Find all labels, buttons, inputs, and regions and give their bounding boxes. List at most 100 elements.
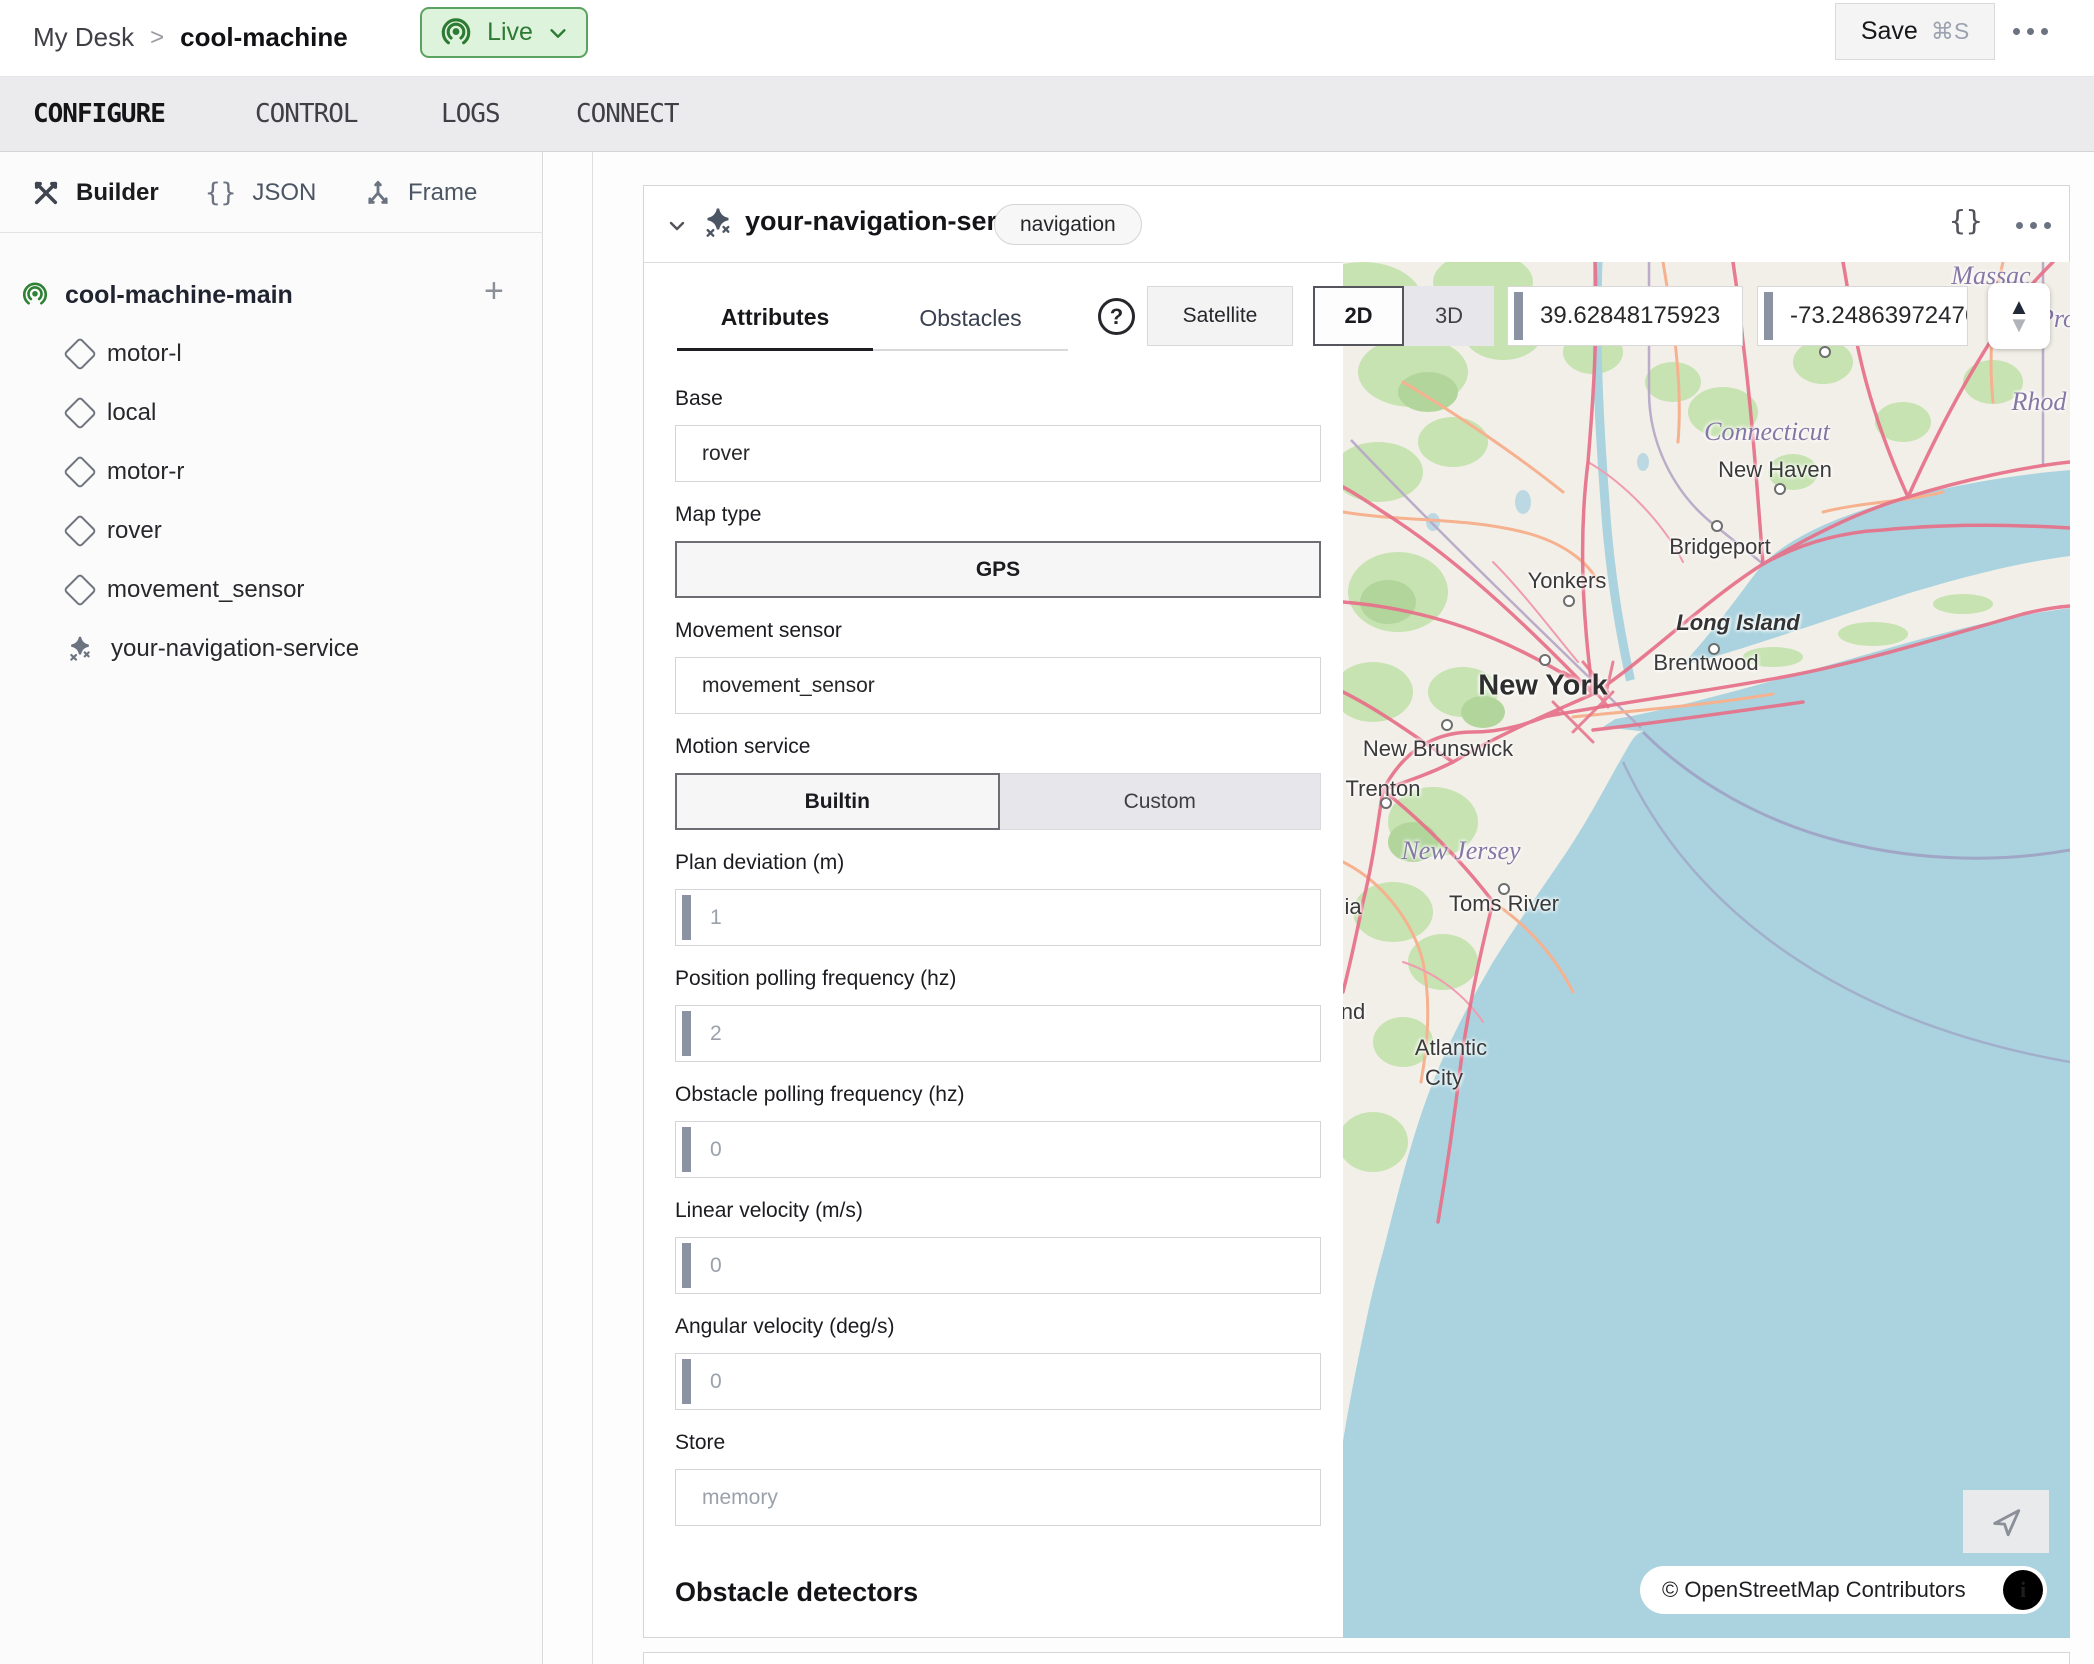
locate-me-button[interactable] — [1963, 1490, 2049, 1553]
drag-handle[interactable] — [682, 1359, 691, 1404]
attribution-text: © OpenStreetMap Contributors — [1662, 1577, 1966, 1603]
card-menu-button[interactable] — [2016, 222, 2051, 229]
service-type-badge: navigation — [994, 204, 1142, 245]
map-label-state: Connecticut — [1704, 417, 1830, 447]
tree-item-movement-sensor[interactable]: movement_sensor — [0, 561, 543, 619]
map-3d-label: 3D — [1435, 303, 1463, 329]
map-label-city: Yonkers — [1528, 568, 1607, 594]
linear-velocity-input[interactable] — [675, 1237, 1321, 1294]
obstacle-polling-input[interactable] — [675, 1121, 1321, 1178]
builder-sidebar: Builder {} JSON Frame — [0, 152, 543, 1664]
field-label-obstacle-polling: Obstacle polling frequency (hz) — [675, 1083, 964, 1107]
field-label-map-type: Map type — [675, 503, 761, 527]
map-label-city-major: New York — [1478, 670, 1607, 703]
view-json[interactable]: {} JSON — [205, 152, 316, 233]
component-icon — [63, 337, 97, 371]
position-polling-input[interactable] — [675, 1005, 1321, 1062]
tree-machine-row[interactable]: cool-machine-main + — [0, 266, 543, 324]
tree-item-rover[interactable]: rover — [0, 502, 543, 560]
live-status-dropdown[interactable]: Live — [420, 7, 588, 58]
plan-deviation-input[interactable] — [675, 889, 1321, 946]
tab-logs[interactable]: LOGS — [441, 99, 500, 129]
save-shortcut: ⌘S — [1931, 18, 1969, 45]
navigation-arrow-icon — [1989, 1505, 2023, 1539]
map-3d-button[interactable]: 3D — [1404, 286, 1494, 346]
tab-connect[interactable]: CONNECT — [576, 99, 679, 129]
obstacle-detectors-heading: Obstacle detectors — [675, 1577, 918, 1608]
map-label-city: City — [1425, 1065, 1463, 1091]
machine-part-icon — [20, 280, 50, 310]
latitude-input[interactable] — [1507, 286, 1743, 346]
map-2d-button[interactable]: 2D — [1313, 286, 1404, 346]
tree-item-motor-r[interactable]: motor-r — [0, 443, 543, 501]
save-label: Save — [1861, 17, 1918, 46]
motion-builtin-button[interactable]: Builtin — [675, 773, 1000, 830]
broadcast-icon — [439, 16, 473, 50]
part-name: rover — [107, 517, 162, 545]
tab-obstacles-label: Obstacles — [919, 305, 1021, 332]
motion-service-segmented: Builtin Custom — [675, 773, 1321, 830]
coordinate-stepper[interactable]: ▲ ▼ — [1988, 283, 2050, 349]
map-type-gps-button[interactable]: GPS — [675, 541, 1321, 598]
tab-configure[interactable]: CONFIGURE — [33, 99, 165, 129]
drag-handle[interactable] — [682, 895, 691, 940]
component-icon — [63, 396, 97, 430]
field-label-plan-deviation: Plan deviation (m) — [675, 851, 844, 875]
map-type-segmented: GPS — [675, 541, 1321, 598]
breadcrumb-parent[interactable]: My Desk — [33, 22, 134, 53]
code-braces-button[interactable]: {} — [1949, 204, 1983, 237]
navigation-map[interactable]: Massac Pro Rhod Connecticut New Haven Br… — [1343, 262, 2070, 1638]
angular-velocity-input[interactable] — [675, 1353, 1321, 1410]
store-input[interactable] — [675, 1469, 1321, 1526]
info-icon[interactable]: i — [2003, 1570, 2043, 1610]
tree-item-navigation-service[interactable]: your-navigation-service — [0, 620, 543, 678]
tab-control[interactable]: CONTROL — [255, 99, 358, 129]
map-label-state: Rhod — [2012, 387, 2067, 417]
satellite-toggle-button[interactable]: Satellite — [1147, 286, 1293, 346]
help-icon[interactable]: ? — [1098, 298, 1135, 335]
satellite-label: Satellite — [1183, 304, 1258, 328]
drag-handle[interactable] — [682, 1127, 691, 1172]
card-header: your-navigation-service navigation {} — [644, 186, 2069, 263]
part-name: motor-l — [107, 340, 182, 368]
step-down-icon[interactable]: ▼ — [2008, 316, 2030, 334]
map-2d-label: 2D — [1344, 303, 1372, 329]
view-frame[interactable]: Frame — [364, 152, 477, 233]
braces-icon: {} — [205, 178, 236, 208]
base-input[interactable] — [675, 425, 1321, 482]
view-builder-label: Builder — [76, 179, 159, 207]
breadcrumb: My Desk > cool-machine — [33, 22, 348, 53]
add-component-button[interactable]: + — [484, 272, 504, 311]
component-icon — [63, 573, 97, 607]
save-button[interactable]: Save ⌘S — [1835, 3, 1995, 60]
field-label-base: Base — [675, 387, 723, 411]
tree-item-motor-l[interactable]: motor-l — [0, 325, 543, 383]
drag-handle[interactable] — [682, 1243, 691, 1288]
field-label-store: Store — [675, 1431, 725, 1455]
sparkles-icon — [64, 633, 96, 665]
drag-handle[interactable] — [682, 1011, 691, 1056]
map-label-city: Bridgeport — [1669, 534, 1771, 560]
next-card-edge — [643, 1652, 2070, 1664]
map-label-city: Trenton — [1345, 776, 1420, 802]
tab-obstacles[interactable]: Obstacles — [873, 287, 1068, 351]
view-frame-label: Frame — [408, 179, 477, 207]
tree-item-local[interactable]: local — [0, 384, 543, 442]
map-label-city: Toms River — [1449, 891, 1559, 917]
collapse-chevron-icon[interactable] — [665, 214, 689, 243]
map-label-city: New Haven — [1718, 457, 1832, 483]
map-label-city: Brentwood — [1653, 650, 1758, 676]
drag-handle[interactable] — [1764, 292, 1773, 340]
field-label-angular-velocity: Angular velocity (deg/s) — [675, 1315, 894, 1339]
map-attribution: © OpenStreetMap Contributors i — [1640, 1566, 2047, 1614]
map-canvas — [1343, 262, 2070, 1638]
live-label: Live — [487, 18, 533, 47]
motion-custom-button[interactable]: Custom — [1000, 773, 1322, 830]
drag-handle[interactable] — [1514, 292, 1523, 340]
longitude-input[interactable] — [1757, 286, 1968, 346]
frame-axes-icon — [364, 179, 392, 207]
movement-sensor-input[interactable] — [675, 657, 1321, 714]
view-builder[interactable]: Builder — [32, 152, 159, 233]
more-options-button[interactable] — [2013, 28, 2048, 35]
tab-attributes[interactable]: Attributes — [677, 287, 873, 351]
